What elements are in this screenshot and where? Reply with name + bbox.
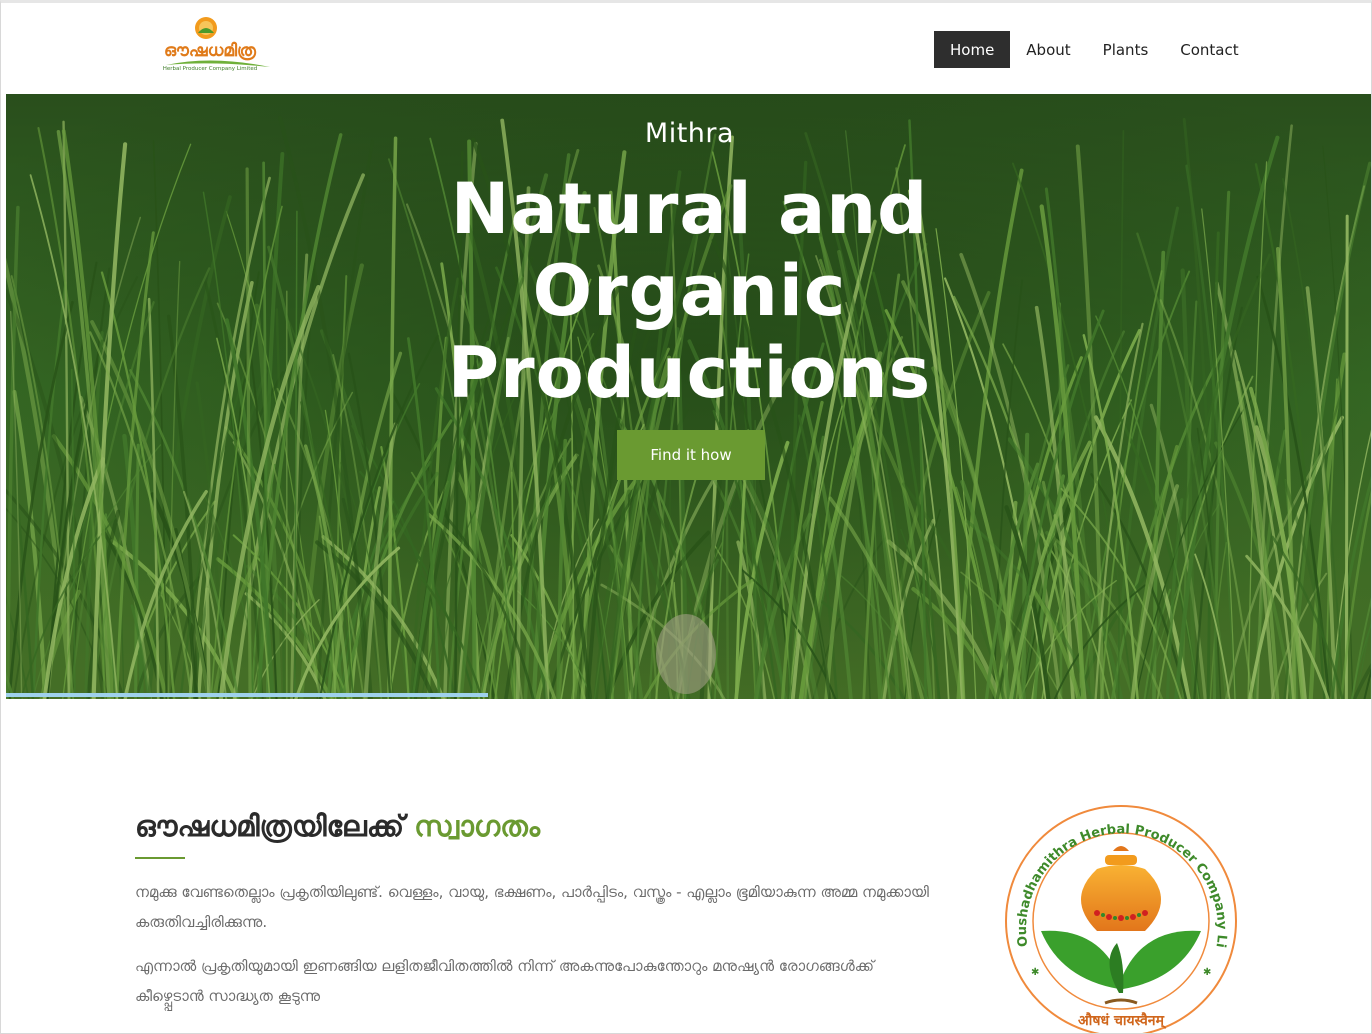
welcome-paragraph-1: നമുക്കു വേണ്ടതെല്ലാം പ്രകൃതിയിലുണ്ട്. വെ… (135, 883, 929, 931)
site-header: ഔഷധമിത്ര Herbal Producer Company Limited… (6, 6, 1371, 94)
nav-about[interactable]: About (1010, 31, 1086, 68)
emblem-motto: औषधं चायस्वैनम् (1078, 1012, 1167, 1029)
welcome-heading-main: ഔഷധമിത്രയിലേക്ക് (135, 809, 405, 843)
welcome-paragraph-2: എന്നാൽ പ്രകൃതിയുമായി ഇണങ്ങിയ ലളിതജീവിതത്… (135, 957, 874, 1005)
hero-title-line-1: Natural and (450, 168, 929, 250)
hero-title: Natural and Organic Productions (6, 168, 1371, 414)
logo-text: ഔഷധമിത്ര (164, 41, 257, 61)
site-logo[interactable]: ഔഷധമിത്ര Herbal Producer Company Limited (148, 15, 276, 75)
welcome-section: ഔഷധമിത്രയിലേക്ക് സ്വാഗതം നമുക്കു വേണ്ടതെ… (6, 699, 1371, 1033)
nav-home[interactable]: Home (934, 31, 1011, 68)
slider-progress-bar (6, 693, 488, 697)
main-nav: Home About Plants Contact (934, 31, 1255, 68)
company-emblem: Oushadhamithra Herbal Producer Company L… (994, 792, 1241, 1033)
welcome-heading-accent: സ്വാഗതം (414, 809, 540, 843)
hero-subtitle: Mithra (644, 118, 735, 149)
emblem-graphic: Oushadhamithra Herbal Producer Company L… (994, 792, 1237, 1033)
logo-subtext: Herbal Producer Company Limited (163, 66, 257, 72)
nav-plants[interactable]: Plants (1087, 31, 1165, 68)
find-it-how-button[interactable]: Find it how (617, 430, 765, 480)
nav-contact[interactable]: Contact (1164, 31, 1254, 68)
hero-title-line-3: Productions (447, 332, 932, 414)
heading-underline (135, 857, 185, 859)
svg-text:✱: ✱ (1031, 967, 1039, 978)
hero-title-line-2: Organic (532, 250, 847, 332)
svg-text:✱: ✱ (1203, 967, 1211, 978)
browser-viewport: ഔഷധമിത്ര Herbal Producer Company Limited… (0, 0, 1372, 1034)
hero-slider: Mithra Natural and Organic Productions F… (6, 94, 1371, 699)
welcome-heading: ഔഷധമിത്രയിലേക്ക് സ്വാഗതം (135, 809, 540, 844)
logo-graphic: ഔഷധമിത്ര Herbal Producer Company Limited (163, 17, 270, 72)
